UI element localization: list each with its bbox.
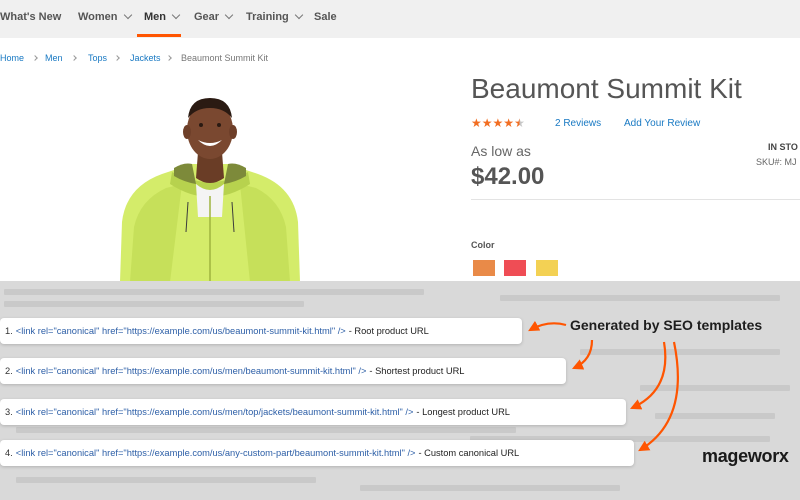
- color-swatch-yellow[interactable]: [536, 260, 558, 276]
- brand-logo: mageworx: [702, 446, 789, 466]
- nav-label: Gear: [194, 11, 220, 23]
- canonical-tag-root: 1. <link rel="canonical" href="https://e…: [0, 318, 522, 344]
- chevron-down-icon: [171, 10, 181, 20]
- placeholder-line: [4, 301, 304, 307]
- list-number: 4.: [5, 448, 13, 458]
- chevron-right-icon: [32, 55, 38, 61]
- half-star-icon: ★: [514, 116, 525, 130]
- breadcrumb-jackets[interactable]: Jackets: [130, 53, 161, 63]
- divider: [471, 199, 800, 200]
- nav-label: Women: [78, 11, 118, 23]
- chevron-down-icon: [224, 10, 234, 20]
- nav-label: Training: [246, 11, 289, 23]
- placeholder-line: [500, 295, 780, 301]
- nav-label: What's New: [0, 11, 62, 23]
- placeholder-line: [16, 477, 316, 483]
- canonical-description: - Custom canonical URL: [418, 448, 520, 458]
- placeholder-line: [655, 413, 775, 419]
- breadcrumb-men[interactable]: Men: [45, 53, 63, 63]
- star-icon: ★: [503, 116, 515, 130]
- color-label: Color: [471, 240, 495, 250]
- canonical-code: <link rel="canonical" href="https://exam…: [15, 448, 416, 458]
- reviews-link[interactable]: 2 Reviews: [555, 118, 601, 129]
- nav-item-whats-new[interactable]: What's New: [0, 11, 61, 23]
- placeholder-line: [16, 427, 516, 433]
- color-swatch-red[interactable]: [504, 260, 526, 276]
- rating-stars[interactable]: ★ ★ ★ ★ ★: [471, 117, 525, 129]
- chevron-down-icon: [294, 10, 304, 20]
- nav-item-gear[interactable]: Gear: [194, 10, 234, 23]
- star-icon: ★: [492, 116, 504, 130]
- product-image[interactable]: [100, 92, 320, 282]
- nav-label: Men: [144, 11, 166, 23]
- active-nav-indicator: [137, 34, 181, 37]
- canonical-tag-custom: 4. <link rel="canonical" href="https://e…: [0, 440, 634, 466]
- chevron-right-icon: [166, 55, 172, 61]
- annotation-label: Generated by SEO templates: [570, 317, 763, 333]
- model-illustration: [120, 98, 300, 282]
- list-number: 3.: [5, 407, 13, 417]
- nav-item-men[interactable]: Men: [144, 10, 181, 23]
- placeholder-line: [580, 349, 780, 355]
- canonical-description: - Root product URL: [348, 326, 429, 336]
- canonical-code: <link rel="canonical" href="https://exam…: [15, 326, 346, 336]
- code-overlay-panel: [0, 281, 800, 500]
- chevron-down-icon: [123, 10, 132, 20]
- placeholder-line: [4, 289, 424, 295]
- canonical-tag-longest: 3. <link rel="canonical" href="https://e…: [0, 399, 626, 425]
- star-icon: ★: [471, 116, 482, 130]
- canonical-description: - Shortest product URL: [369, 366, 465, 376]
- add-review-link[interactable]: Add Your Review: [624, 118, 700, 129]
- star-icon: ★: [481, 116, 493, 130]
- nav-item-sale[interactable]: Sale: [314, 11, 337, 23]
- chevron-right-icon: [114, 55, 120, 61]
- breadcrumb-current: Beaumont Summit Kit: [181, 53, 269, 63]
- breadcrumb-home[interactable]: Home: [0, 53, 24, 63]
- placeholder-line: [640, 385, 790, 391]
- canonical-code: <link rel="canonical" href="https://exam…: [15, 366, 367, 376]
- product-sku: SKU#: MJ: [756, 157, 797, 167]
- nav-item-training[interactable]: Training: [246, 10, 304, 23]
- chevron-right-icon: [71, 55, 77, 61]
- list-number: 1.: [5, 326, 13, 336]
- placeholder-line: [360, 485, 620, 491]
- price-prefix: As low as: [471, 143, 531, 159]
- breadcrumb-tops[interactable]: Tops: [88, 53, 107, 63]
- list-number: 2.: [5, 366, 13, 376]
- product-title: Beaumont Summit Kit: [471, 73, 742, 104]
- top-navigation: What's New Women Men Gear Training Sale: [0, 0, 800, 38]
- canonical-code: <link rel="canonical" href="https://exam…: [15, 407, 414, 417]
- color-swatch-orange[interactable]: [473, 260, 495, 276]
- nav-item-women[interactable]: Women: [78, 10, 132, 23]
- canonical-description: - Longest product URL: [416, 407, 510, 417]
- nav-label: Sale: [314, 11, 337, 23]
- stock-status: IN STO: [768, 142, 798, 152]
- canonical-tag-shortest: 2. <link rel="canonical" href="https://e…: [0, 358, 566, 384]
- product-price: $42.00: [471, 163, 545, 190]
